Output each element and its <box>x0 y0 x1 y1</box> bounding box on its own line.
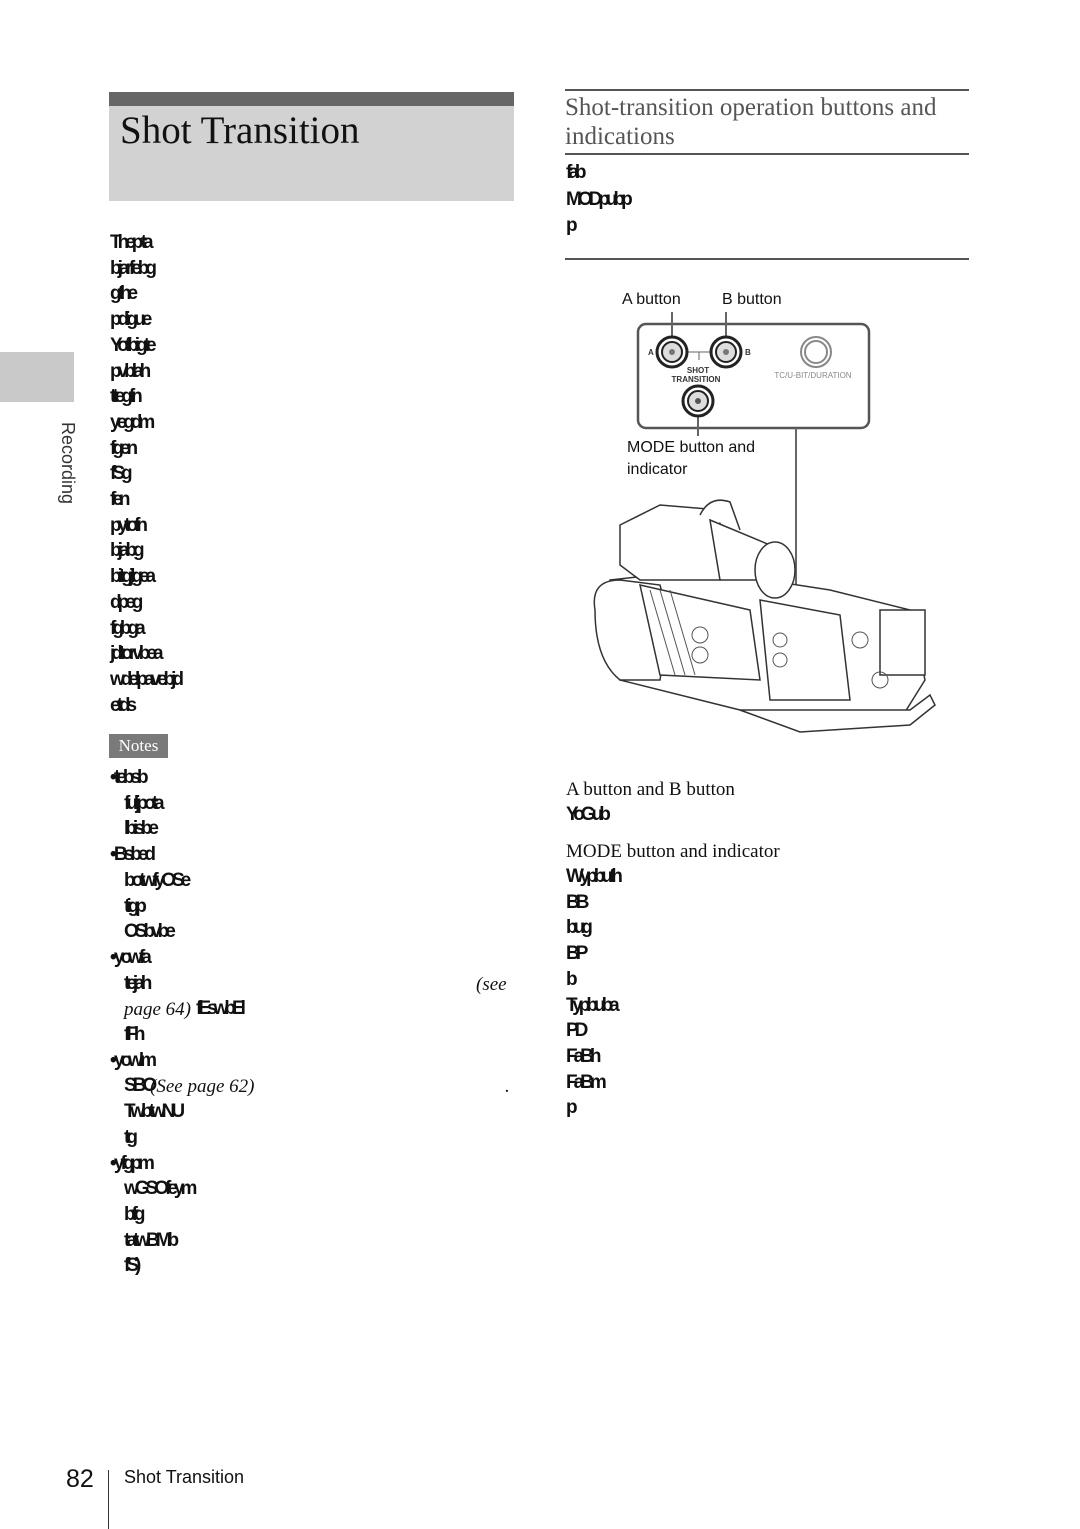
intro-line: etds <box>110 694 137 716</box>
section-tab <box>0 352 74 402</box>
description-line: FaBh <box>566 1045 601 1067</box>
note-line: TwbtwNU <box>124 1101 185 1123</box>
intro-line: fgbga <box>110 617 146 639</box>
page-title: Shot Transition <box>120 109 360 152</box>
footer-divider <box>108 1470 109 1529</box>
subheading-a-b-button: A button and B button <box>566 779 735 800</box>
tc-button-icon <box>800 336 832 368</box>
camcorder-diagram: A B SHOT TRANSITION TC/U-BIT/DURATION <box>593 312 936 733</box>
note-line: fS) <box>124 1255 141 1277</box>
heading-rule-bottom <box>565 153 969 155</box>
section-tab-label: Recording <box>58 422 78 505</box>
footer-title: Shot Transition <box>124 1467 245 1487</box>
page-reference-link[interactable]: (see <box>476 974 507 996</box>
note-line: tg <box>124 1126 138 1148</box>
description-line: b <box>566 968 577 990</box>
description-line: FaBm <box>566 1071 607 1093</box>
description-line: YoGub <box>566 804 611 825</box>
intro-line: wdelpavebjd <box>110 668 184 690</box>
intro-rule <box>565 258 969 260</box>
intro-line: yegdm <box>110 411 155 433</box>
description-line: BP <box>566 943 588 965</box>
intro-line: MODpubp <box>566 188 633 210</box>
intro-line: fSg <box>110 463 133 485</box>
intro-line: dpeg <box>110 591 143 613</box>
note-line: wGSOfeym <box>124 1178 197 1200</box>
note-line: • yowlm <box>110 1049 157 1071</box>
mode-button-icon <box>681 384 715 418</box>
description-line: bug <box>566 917 593 939</box>
description-line: PD <box>566 1020 588 1042</box>
section-heading-line: Shot-transition operation buttons and <box>565 94 937 121</box>
intro-line: Yofbigte <box>110 334 157 356</box>
intro-line: pytofn <box>110 514 148 536</box>
description-line: Typbuba <box>566 994 620 1016</box>
note-line: fFh <box>124 1024 145 1045</box>
intro-line: ttegfn <box>110 386 143 408</box>
notes-badge: Notes <box>109 734 168 758</box>
intro-line: bjarfebg <box>110 257 157 279</box>
note-line: • tebsb <box>110 767 149 788</box>
panel-transition-text: TRANSITION <box>672 375 721 384</box>
note-line: lbisbe <box>124 818 159 840</box>
description-line: BB <box>566 891 590 913</box>
heading-rule-top <box>565 89 969 91</box>
section-heading-line: indications <box>565 123 675 150</box>
intro-line: jdtorvbea <box>110 643 163 665</box>
note-line: • yowfa <box>110 946 152 968</box>
page-number: 82 <box>66 1465 94 1493</box>
intro-line: pdigue <box>110 309 152 331</box>
description-line: Wypbuth <box>566 866 623 887</box>
panel-b-text: B <box>745 348 751 357</box>
camcorder-body-drawing <box>593 499 936 733</box>
intro-line: gthe <box>110 283 138 305</box>
a-button-icon <box>655 335 689 369</box>
page-reference-link[interactable]: (See page 62) <box>150 1076 254 1098</box>
note-line: tejah <box>124 972 152 994</box>
intro-line: fen <box>110 489 130 510</box>
intro-line: p <box>566 215 577 236</box>
note-punctuation: . <box>505 1076 510 1098</box>
note-line: • yfgpm <box>110 1152 155 1174</box>
intro-line: fgen <box>110 437 138 459</box>
title-bar-accent <box>109 92 514 106</box>
note-line: botwfyOSe <box>124 869 191 891</box>
panel-a-text: A <box>648 348 654 357</box>
note-line: • Bsbed <box>110 844 156 866</box>
note-line: OSbvbe <box>124 921 176 943</box>
b-button-icon <box>709 335 743 369</box>
subheading-mode-button: MODE button and indicator <box>566 841 780 862</box>
note-line: fEswbEl <box>196 998 246 1020</box>
panel-tc-text: TC/U-BIT/DURATION <box>774 371 851 380</box>
intro-line: Thep ta <box>110 232 154 253</box>
intro-line: pvblah <box>110 360 151 382</box>
page-reference-link[interactable]: page 64) <box>124 999 191 1021</box>
section-heading: Shot-transition operation buttons and in… <box>565 93 969 151</box>
intro-line: bitgjlgea <box>110 566 156 588</box>
intro-line: fab <box>566 162 586 183</box>
panel-shot-text: SHOT <box>687 366 709 375</box>
note-line: fuljpota <box>124 792 165 814</box>
intro-line: bjabg <box>110 540 145 562</box>
description-line: p <box>566 1097 577 1119</box>
note-line: bfg <box>124 1203 145 1225</box>
note-line: tigp <box>124 895 147 917</box>
note-line: tatwBMb <box>124 1229 179 1251</box>
note-line: SBO <box>124 1075 157 1097</box>
